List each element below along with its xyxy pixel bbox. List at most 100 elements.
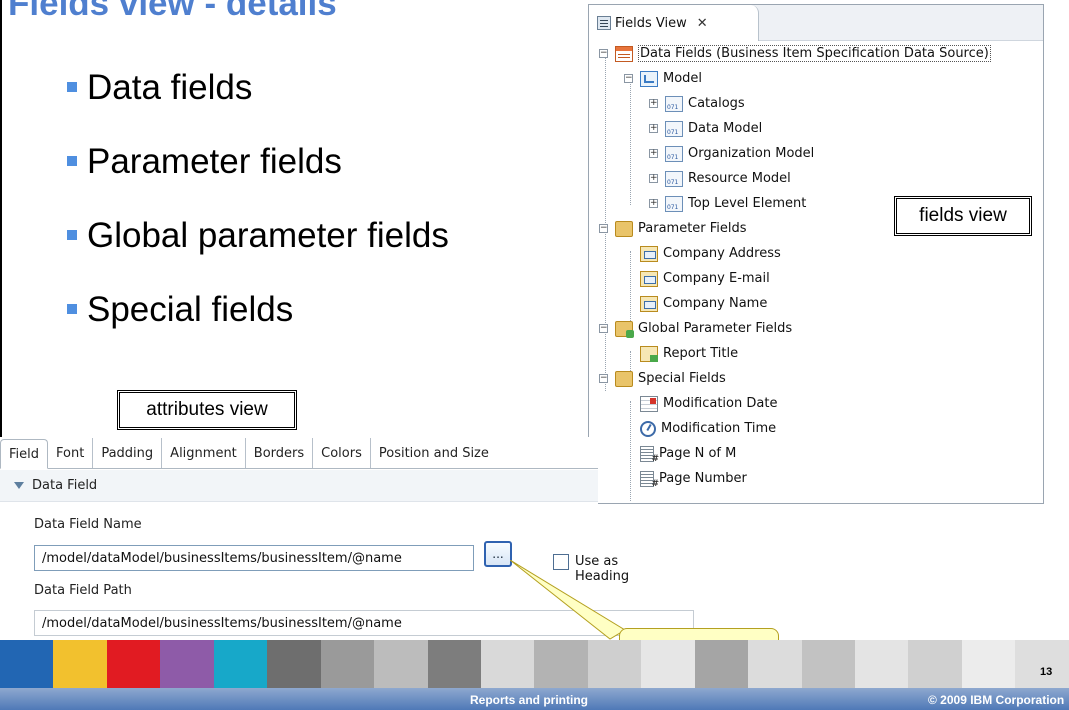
tab-font[interactable]: Font bbox=[48, 438, 94, 468]
slide-footer: 13 Reports and printing © 2009 IBM Corpo… bbox=[0, 640, 1069, 710]
page-icon bbox=[640, 445, 659, 464]
bullet-item: Data fields bbox=[67, 64, 449, 138]
footer-strip-block bbox=[694, 640, 749, 688]
callout-tail bbox=[510, 560, 626, 640]
tree-item-label: Special Fields bbox=[638, 371, 726, 386]
tree-item-label: Modification Date bbox=[663, 396, 778, 411]
tab-borders[interactable]: Borders bbox=[246, 438, 314, 468]
tree-item-catalogs[interactable]: + Catalogs bbox=[649, 91, 745, 116]
collapse-icon[interactable]: − bbox=[599, 224, 608, 233]
tab-colors[interactable]: Colors bbox=[313, 438, 371, 468]
clock-icon bbox=[640, 420, 656, 437]
bullet-text: Global parameter fields bbox=[87, 216, 449, 255]
tree-item-label: Company Name bbox=[663, 296, 768, 311]
tree-guide-line bbox=[630, 251, 631, 325]
tree-item-top-level-element[interactable]: + Top Level Element bbox=[649, 191, 806, 216]
fields-view-icon bbox=[597, 16, 611, 30]
tree-item-parameter-fields[interactable]: − Parameter Fields bbox=[599, 216, 747, 241]
tab-fields-view[interactable]: Fields View ✕ bbox=[589, 5, 759, 41]
schema-icon bbox=[665, 95, 683, 112]
footer-strip-block bbox=[908, 640, 962, 688]
tree-item-organization-model[interactable]: + Organization Model bbox=[649, 141, 814, 166]
footer-strip-block bbox=[855, 640, 909, 688]
schema-icon bbox=[665, 145, 683, 162]
bullet-item: Parameter fields bbox=[67, 138, 449, 212]
schema-icon bbox=[665, 120, 683, 137]
tree-item-report-title[interactable]: Report Title bbox=[640, 341, 738, 366]
footer-strip-block bbox=[1015, 640, 1069, 688]
tab-field[interactable]: Field bbox=[0, 439, 49, 469]
footer-strip-block bbox=[641, 640, 695, 688]
tree-item-page-number[interactable]: Page Number bbox=[640, 466, 747, 491]
bullet-text: Data fields bbox=[87, 68, 253, 107]
expand-icon[interactable]: + bbox=[649, 99, 658, 108]
tree-item-company-name[interactable]: Company Name bbox=[640, 291, 767, 316]
expand-icon[interactable]: + bbox=[649, 199, 658, 208]
tree-item-data-model[interactable]: + Data Model bbox=[649, 116, 762, 141]
tree-item-label: Data Model bbox=[688, 121, 763, 136]
calendar-icon bbox=[640, 395, 658, 412]
footer-color-strip bbox=[0, 640, 1069, 688]
tree-item-special-fields[interactable]: − Special Fields bbox=[599, 366, 726, 391]
tab-position-and-size[interactable]: Position and Size bbox=[371, 438, 497, 468]
browse-button[interactable]: ... bbox=[484, 541, 512, 567]
page-icon bbox=[640, 470, 659, 489]
expand-icon[interactable]: + bbox=[649, 124, 658, 133]
bullet-square-icon bbox=[67, 82, 77, 92]
tree-item-label: Modification Time bbox=[661, 421, 777, 436]
footer-strip-block bbox=[374, 640, 428, 688]
footer-strip-block bbox=[534, 640, 588, 688]
folder-icon bbox=[615, 370, 633, 387]
tree-item-modification-time[interactable]: Modification Time bbox=[640, 416, 776, 441]
tree-item-label: Global Parameter Fields bbox=[638, 321, 793, 336]
collapse-icon[interactable]: − bbox=[599, 324, 608, 333]
attributes-view-callout: attributes view bbox=[117, 390, 297, 430]
tree-item-global-parameter-fields[interactable]: − Global Parameter Fields bbox=[599, 316, 792, 341]
tree-item-label: Data Fields (Business Item Specification… bbox=[638, 45, 991, 62]
footer-copyright: © 2009 IBM Corporation bbox=[928, 693, 1065, 707]
tree-item-company-address[interactable]: Company Address bbox=[640, 241, 781, 266]
table-icon bbox=[615, 45, 633, 62]
tree-item-company-email[interactable]: Company E-mail bbox=[640, 266, 770, 291]
tree-item-data-fields[interactable]: − Data Fields (Business Item Specificatio… bbox=[599, 41, 991, 66]
fields-view-tabbar: Fields View ✕ bbox=[589, 5, 1043, 41]
footer-strip-block bbox=[480, 640, 535, 688]
footer-strip-block bbox=[267, 640, 321, 688]
bullet-item: Special fields bbox=[67, 286, 449, 360]
collapse-icon[interactable]: − bbox=[624, 74, 633, 83]
schema-icon bbox=[665, 195, 683, 212]
expand-icon[interactable]: + bbox=[649, 149, 658, 158]
schema-icon bbox=[665, 170, 683, 187]
tree-item-model[interactable]: − Model bbox=[624, 66, 702, 91]
data-field-section-header[interactable]: Data Field bbox=[0, 470, 598, 502]
tree-item-label: Page Number bbox=[659, 471, 747, 486]
data-field-name-label: Data Field Name bbox=[34, 517, 142, 532]
tree-item-modification-date[interactable]: Modification Date bbox=[640, 391, 777, 416]
tree-item-resource-model[interactable]: + Resource Model bbox=[649, 166, 791, 191]
tree-guide-line bbox=[630, 75, 631, 205]
section-expand-icon[interactable] bbox=[14, 482, 24, 489]
data-field-path-label: Data Field Path bbox=[34, 583, 132, 598]
attributes-tab-bar: Field Font Padding Alignment Borders Col… bbox=[0, 437, 598, 469]
footer-title: Reports and printing bbox=[470, 693, 588, 707]
attributes-view-panel: Field Font Padding Alignment Borders Col… bbox=[0, 437, 694, 642]
section-title: Data Field bbox=[32, 478, 98, 493]
tab-alignment[interactable]: Alignment bbox=[162, 438, 246, 468]
close-icon[interactable]: ✕ bbox=[697, 16, 708, 31]
footer-strip-block bbox=[213, 640, 268, 688]
expand-icon[interactable]: + bbox=[649, 174, 658, 183]
bullet-square-icon bbox=[67, 304, 77, 314]
data-field-name-input[interactable]: /model/dataModel/businessItems/businessI… bbox=[34, 545, 474, 571]
footer-strip-block bbox=[0, 640, 54, 688]
collapse-icon[interactable]: − bbox=[599, 374, 608, 383]
tree-item-page-n-of-m[interactable]: Page N of M bbox=[640, 441, 736, 466]
fields-view-panel: Fields View ✕ − Data Fields (Business Ite… bbox=[588, 4, 1044, 504]
parameter-icon bbox=[640, 245, 658, 262]
collapse-icon[interactable]: − bbox=[599, 49, 608, 58]
tab-padding[interactable]: Padding bbox=[93, 438, 163, 468]
bullet-item: Global parameter fields bbox=[67, 212, 449, 286]
tree-item-label: Top Level Element bbox=[688, 196, 807, 211]
parameter-icon bbox=[640, 270, 658, 287]
bullet-list: Data fields Parameter fields Global para… bbox=[67, 64, 449, 360]
global-folder-icon bbox=[615, 320, 634, 338]
